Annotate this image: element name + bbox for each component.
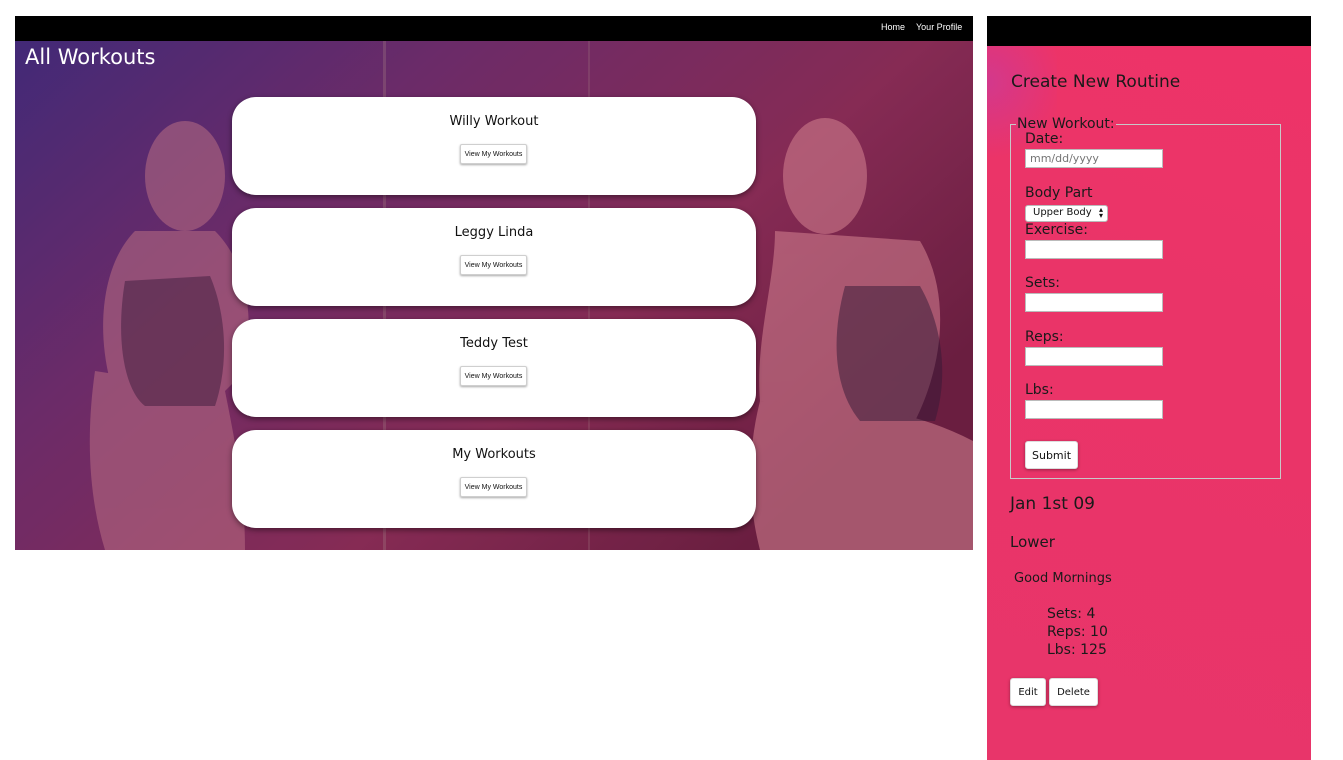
- body-part-label: Body Part: [1025, 185, 1093, 201]
- submit-button[interactable]: Submit: [1025, 441, 1078, 469]
- workout-card: My Workouts View My Workouts: [232, 430, 756, 528]
- workout-card: Leggy Linda View My Workouts: [232, 208, 756, 306]
- view-workouts-button[interactable]: View My Workouts: [460, 477, 527, 497]
- card-title: Leggy Linda: [454, 225, 534, 240]
- sets-input[interactable]: [1025, 293, 1163, 312]
- entry-date: Jan 1st 09: [1010, 494, 1095, 514]
- entry-exercise: Good Mornings: [1014, 571, 1112, 586]
- select-arrows-icon: ▴ ▾: [1098, 205, 1103, 220]
- edit-button[interactable]: Edit: [1010, 678, 1046, 706]
- new-workout-legend: New Workout:: [1017, 116, 1115, 132]
- nav-home-link[interactable]: Home: [881, 22, 905, 32]
- lbs-input[interactable]: [1025, 400, 1163, 419]
- view-workouts-button[interactable]: View My Workouts: [460, 144, 527, 164]
- delete-button[interactable]: Delete: [1049, 678, 1098, 706]
- body-part-select[interactable]: Upper Body ▴ ▾: [1025, 205, 1108, 222]
- entry-lbs: Lbs: 125: [1047, 642, 1107, 658]
- workout-card: Willy Workout View My Workouts: [232, 97, 756, 195]
- nav-profile-link[interactable]: Your Profile: [916, 22, 962, 32]
- page-title: All Workouts: [25, 45, 156, 69]
- reps-label: Reps:: [1025, 329, 1064, 345]
- card-title: Teddy Test: [460, 336, 528, 351]
- date-input[interactable]: [1025, 149, 1163, 168]
- view-workouts-button[interactable]: View My Workouts: [460, 366, 527, 386]
- sets-label: Sets:: [1025, 275, 1060, 291]
- entry-sets: Sets: 4: [1047, 606, 1096, 622]
- reps-input[interactable]: [1025, 347, 1163, 366]
- body-part-selected: Upper Body: [1033, 207, 1092, 218]
- entry-reps: Reps: 10: [1047, 624, 1108, 640]
- workouts-window: Home Your Profile All Workouts Willy Wor…: [15, 16, 973, 550]
- workout-card: Teddy Test View My Workouts: [232, 319, 756, 417]
- view-workouts-button[interactable]: View My Workouts: [460, 255, 527, 275]
- date-label: Date:: [1025, 131, 1064, 147]
- routine-panel: Create New Routine New Workout: Date: Bo…: [987, 16, 1311, 760]
- card-title: My Workouts: [452, 447, 536, 462]
- entry-category: Lower: [1010, 533, 1055, 551]
- exercise-input[interactable]: [1025, 240, 1163, 259]
- card-title: Willy Workout: [449, 114, 539, 129]
- routine-title: Create New Routine: [1011, 72, 1181, 92]
- exercise-label: Exercise:: [1025, 222, 1088, 238]
- lbs-label: Lbs:: [1025, 382, 1054, 398]
- panel-header-bar: [987, 16, 1311, 46]
- top-navbar: Home Your Profile: [15, 16, 973, 41]
